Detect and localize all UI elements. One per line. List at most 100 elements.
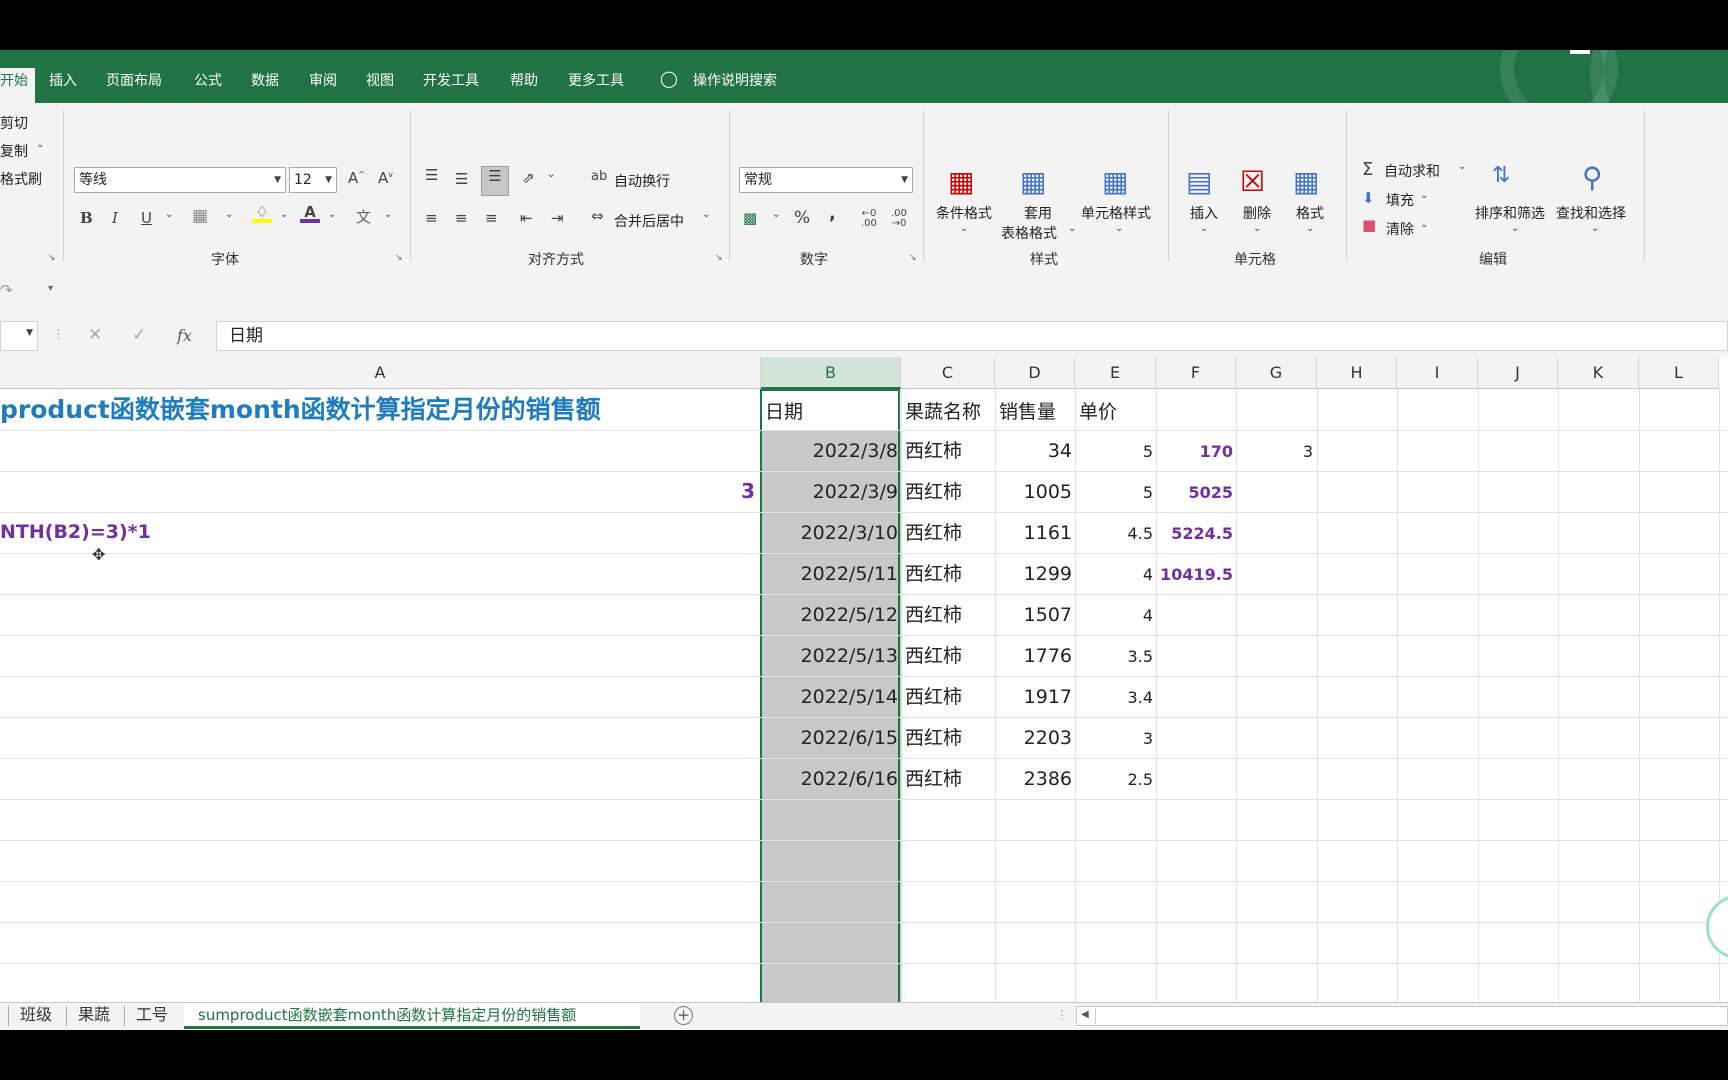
sheet-tab-employee-id[interactable]: 工号 (136, 1003, 168, 1029)
column-header-h[interactable]: H (1317, 357, 1397, 389)
scroll-left-icon[interactable]: ◀ (1081, 1009, 1089, 1020)
insert-function-button[interactable]: fx (177, 326, 192, 345)
cell-qty[interactable]: 1299 (995, 554, 1072, 595)
cell-qty[interactable]: 2203 (995, 718, 1072, 759)
chevron-down-icon[interactable]: ⌄ (328, 209, 336, 220)
align-right-icon[interactable]: ≡ (485, 209, 498, 227)
column-header-k[interactable]: K (1558, 357, 1639, 389)
chevron-down-icon[interactable]: ⌄ (1458, 161, 1466, 172)
decrease-decimal-icon[interactable]: .00 →0 (891, 209, 907, 229)
fill-icon[interactable]: ⬇ (1362, 189, 1375, 207)
cell-qty[interactable]: 1507 (995, 595, 1072, 636)
delete-cells-icon[interactable]: ☒ (1240, 165, 1265, 198)
align-middle-icon[interactable]: ☰ (455, 170, 468, 188)
column-header-l[interactable]: L (1639, 357, 1719, 389)
cell-name[interactable]: 西红柿 (905, 636, 962, 677)
cell-name[interactable]: 西红柿 (905, 759, 962, 800)
chevron-down-icon[interactable]: ⌄ (547, 169, 555, 180)
tab-view[interactable]: 视图 (366, 73, 394, 89)
sigma-icon[interactable]: Σ (1362, 159, 1373, 180)
cell-name[interactable]: 西红柿 (905, 513, 962, 554)
autosum-button[interactable]: 自动求和 (1384, 161, 1440, 181)
align-center-icon[interactable]: ≡ (455, 209, 468, 227)
merge-icon[interactable]: ⇔ (591, 207, 604, 225)
phonetic-icon[interactable]: 文 (356, 206, 371, 227)
dialog-launcher-icon[interactable]: ↘ (395, 253, 403, 263)
chevron-down-icon[interactable]: ⌄ (225, 209, 233, 220)
horizontal-scrollbar[interactable]: ◀ (1076, 1006, 1728, 1026)
chevron-down-icon[interactable]: ⌄ (1420, 219, 1428, 230)
chevron-down-icon[interactable]: ⌄ (1115, 223, 1123, 234)
worksheet-grid[interactable]: A B C D E F G H I J K L product函数嵌套month… (0, 357, 1728, 1002)
confirm-entry-icon[interactable]: ✓ (132, 325, 146, 345)
percent-button[interactable]: % (794, 208, 810, 228)
cell-price[interactable]: 4.5 (1075, 513, 1153, 554)
cell-name[interactable]: 西红柿 (905, 431, 962, 472)
format-cells-button[interactable]: 格式 (1296, 203, 1324, 223)
column-header-j[interactable]: J (1478, 357, 1558, 389)
chevron-down-icon[interactable]: ⌄ (384, 209, 392, 220)
chevron-down-icon[interactable]: ⌄ (702, 209, 710, 220)
floating-assistant-icon[interactable] (1706, 895, 1728, 959)
conditional-formatting-button[interactable]: 条件格式 (936, 203, 992, 223)
cell-f[interactable]: 5224.5 (1156, 513, 1233, 554)
fill-color-icon[interactable]: ♢ (252, 203, 272, 223)
chevron-down-icon[interactable]: ⌄ (1511, 223, 1519, 234)
cell-qty[interactable]: 2386 (995, 759, 1072, 800)
dialog-launcher-icon[interactable]: ↘ (909, 253, 917, 263)
cell-date[interactable]: 2022/6/15 (761, 718, 898, 759)
sheet-title-cell[interactable]: product函数嵌套month函数计算指定月份的销售额 (0, 389, 601, 430)
decrease-font-icon[interactable]: Av (378, 169, 393, 187)
chevron-down-icon[interactable]: ⌄ (1253, 223, 1261, 234)
chevron-down-icon[interactable]: ⌄ (1200, 223, 1208, 234)
find-select-button[interactable]: 查找和选择 (1556, 203, 1626, 223)
header-qty[interactable]: 销售量 (999, 392, 1056, 433)
sheet-tab-fruit[interactable]: 果蔬 (78, 1003, 110, 1029)
fill-button[interactable]: 填充 (1386, 190, 1414, 210)
cell-price[interactable]: 3.4 (1075, 677, 1153, 718)
align-bottom-icon[interactable]: ☰ (481, 166, 509, 196)
header-price[interactable]: 单价 (1079, 392, 1117, 433)
add-sheet-icon[interactable]: + (674, 1006, 693, 1025)
copy-button[interactable]: 复制 (0, 141, 28, 161)
cell-date[interactable]: 2022/3/10 (761, 513, 898, 554)
chevron-down-icon[interactable]: ⌄ (960, 223, 968, 234)
chevron-down-icon[interactable]: ⌄ (165, 209, 173, 220)
increase-indent-icon[interactable]: ⇥ (551, 209, 564, 227)
cell-f[interactable]: 10419.5 (1156, 554, 1233, 595)
column-header-a[interactable]: A (0, 357, 761, 389)
italic-button[interactable]: I (112, 209, 118, 227)
cell-qty[interactable]: 1161 (995, 513, 1072, 554)
cell-f[interactable]: 170 (1156, 431, 1233, 472)
cell-date[interactable]: 2022/5/11 (761, 554, 898, 595)
align-top-icon[interactable]: ☰ (425, 166, 438, 184)
font-name-combo[interactable]: 等线 ▼ (74, 167, 286, 193)
tab-formulas[interactable]: 公式 (194, 73, 222, 89)
underline-button[interactable]: U (141, 209, 152, 227)
cell-price[interactable]: 4 (1075, 554, 1153, 595)
cancel-entry-icon[interactable]: ✕ (88, 325, 102, 345)
sort-filter-icon[interactable]: ⇅ (1492, 163, 1510, 188)
cell-styles-button[interactable]: 单元格样式 (1081, 203, 1151, 223)
column-header-f[interactable]: F (1156, 357, 1236, 389)
column-header-b[interactable]: B (761, 357, 901, 389)
chevron-down-icon[interactable]: ⌄ (280, 209, 288, 220)
tab-data[interactable]: 数据 (251, 73, 279, 89)
cell-price[interactable]: 3.5 (1075, 636, 1153, 677)
cell-date[interactable]: 2022/5/14 (761, 677, 898, 718)
font-color-icon[interactable]: A (300, 203, 320, 223)
currency-icon[interactable]: ▩ (743, 209, 757, 227)
cell-date[interactable]: 2022/3/8 (761, 431, 898, 472)
chevron-down-icon[interactable]: ⌄ (772, 209, 780, 220)
cell-price[interactable]: 4 (1075, 595, 1153, 636)
search-icon[interactable]: ⚲ (1582, 161, 1603, 194)
chevron-down-icon[interactable]: ⌄ (1306, 223, 1314, 234)
increase-font-icon[interactable]: A^ (348, 169, 365, 187)
cell-qty[interactable]: 1917 (995, 677, 1072, 718)
cell-qty[interactable]: 1005 (995, 472, 1072, 513)
font-size-combo[interactable]: 12 ▼ (289, 167, 337, 193)
chevron-down-icon[interactable]: ⌄ (1068, 223, 1076, 234)
tab-more-tools[interactable]: 更多工具 (568, 73, 624, 89)
cell-price[interactable]: 2.5 (1075, 759, 1153, 800)
tab-home[interactable]: 开始 (0, 68, 35, 103)
